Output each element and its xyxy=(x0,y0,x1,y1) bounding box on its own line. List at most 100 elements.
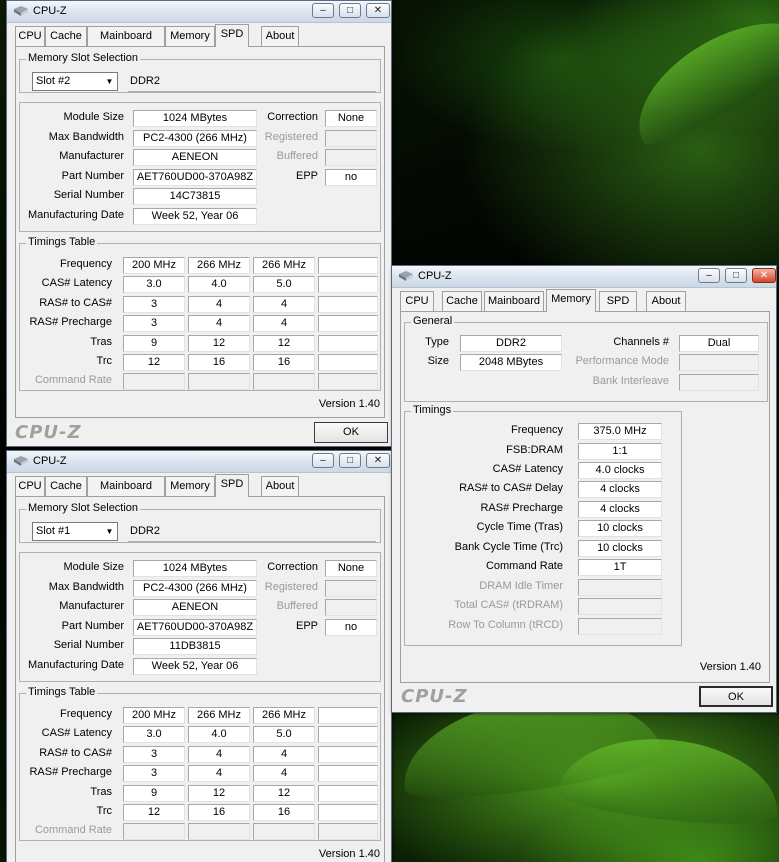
tab-spd[interactable]: SPD xyxy=(215,474,249,497)
ok-button[interactable]: OK xyxy=(699,686,773,707)
manufacturing-date-value: Week 52, Year 06 xyxy=(133,208,257,225)
slot-select[interactable]: Slot #2 ▼ xyxy=(32,72,118,91)
part-number-label: Part Number xyxy=(61,620,124,632)
timing-cell xyxy=(318,726,378,743)
tab-mainboard[interactable]: Mainboard xyxy=(484,291,544,311)
group-title: Timings xyxy=(411,404,454,416)
module-info-group: Module Size 1024 MBytes Max Bandwidth PC… xyxy=(19,102,381,232)
minimize-button[interactable]: – xyxy=(698,268,720,283)
tab-cache[interactable]: Cache xyxy=(45,26,87,46)
timing-cell xyxy=(318,276,378,293)
tab-cpu[interactable]: CPU xyxy=(15,26,45,46)
tab-memory[interactable]: Memory xyxy=(165,26,215,46)
tab-memory[interactable]: Memory xyxy=(165,476,215,496)
title-bar[interactable]: CPU-Z – □ ✕ xyxy=(7,1,391,23)
timing-cell: 4 xyxy=(188,296,250,313)
maximize-button[interactable]: □ xyxy=(339,3,361,18)
timing-cell: 3 xyxy=(123,315,185,332)
timing-cell: 200 MHz xyxy=(123,707,185,724)
tab-memory[interactable]: Memory xyxy=(546,289,596,312)
timing-cell: 5.0 xyxy=(253,726,315,743)
slot-select[interactable]: Slot #1 ▼ xyxy=(32,522,118,541)
tab-about[interactable]: About xyxy=(646,291,686,311)
timing-cell: 4.0 xyxy=(188,726,250,743)
row-to-column-label: Row To Column (tRCD) xyxy=(448,619,563,631)
cycle-time-label: Cycle Time (Tras) xyxy=(476,521,563,533)
memory-slot-selection-group: Memory Slot Selection Slot #1 ▼ DDR2 xyxy=(19,502,381,543)
version-label: Version 1.40 xyxy=(318,848,380,860)
group-title: Timings Table xyxy=(26,236,98,248)
performance-mode-label: Performance Mode xyxy=(575,355,669,367)
chevron-down-icon: ▼ xyxy=(105,527,114,536)
memory-slot-selection-group: Memory Slot Selection Slot #2 ▼ DDR2 xyxy=(19,52,381,93)
minimize-button[interactable]: – xyxy=(312,3,334,18)
close-button[interactable]: ✕ xyxy=(366,3,390,18)
ras-precharge-label: RAS# Precharge xyxy=(480,502,563,514)
timing-cell xyxy=(188,373,250,390)
title-bar[interactable]: CPU-Z – □ ✕ xyxy=(392,266,776,288)
close-button[interactable]: ✕ xyxy=(752,268,776,283)
tab-cache[interactable]: Cache xyxy=(442,291,482,311)
tab-mainboard[interactable]: Mainboard xyxy=(87,476,165,496)
manufacturing-date-value: Week 52, Year 06 xyxy=(133,658,257,675)
ok-button[interactable]: OK xyxy=(314,422,388,443)
tab-cache[interactable]: Cache xyxy=(45,476,87,496)
module-size-value: 1024 MBytes xyxy=(133,110,257,127)
ras-to-cas-label: RAS# to CAS# xyxy=(39,297,112,309)
timing-cell: 266 MHz xyxy=(253,257,315,274)
epp-value: no xyxy=(325,169,377,186)
divider xyxy=(128,91,376,92)
bank-cycle-time-label: Bank Cycle Time (Trc) xyxy=(454,541,563,553)
tras-label: Tras xyxy=(90,786,112,798)
registered-label: Registered xyxy=(264,131,318,143)
group-title: Timings Table xyxy=(26,686,98,698)
tab-cpu[interactable]: CPU xyxy=(15,476,45,496)
part-number-value: AET760UD00-370A98Z xyxy=(133,169,257,186)
timing-cell: 4 xyxy=(188,765,250,782)
part-number-value: AET760UD00-370A98Z xyxy=(133,619,257,636)
cpuz-spd-window-2: CPU-Z – □ ✕ CPU Cache Mainboard Memory S… xyxy=(6,450,392,862)
tab-spd[interactable]: SPD xyxy=(599,291,637,311)
timing-cell: 12 xyxy=(188,335,250,352)
tab-spd[interactable]: SPD xyxy=(215,24,249,47)
cpuz-spd-window-1: CPU-Z – □ ✕ CPU Cache Mainboard Memory S… xyxy=(6,0,392,447)
close-button[interactable]: ✕ xyxy=(366,453,390,468)
timing-cell xyxy=(123,373,185,390)
timing-cell: 12 xyxy=(123,804,185,821)
max-bandwidth-value: PC2-4300 (266 MHz) xyxy=(133,130,257,147)
frequency-label: Frequency xyxy=(60,258,112,270)
maximize-button[interactable]: □ xyxy=(725,268,747,283)
window-title: CPU-Z xyxy=(33,5,67,17)
tab-about[interactable]: About xyxy=(261,476,299,496)
total-cas-value xyxy=(578,598,662,615)
bank-interleave-label: Bank Interleave xyxy=(592,375,669,387)
manufacturer-label: Manufacturer xyxy=(59,150,124,162)
bank-interleave-value xyxy=(679,374,759,391)
fsb-dram-label: FSB:DRAM xyxy=(506,444,563,456)
timing-cell: 200 MHz xyxy=(123,257,185,274)
epp-label: EPP xyxy=(295,620,318,632)
timings-group: Timings Frequency 375.0 MHz FSB:DRAM 1:1… xyxy=(404,404,682,646)
registered-label: Registered xyxy=(264,581,318,593)
timing-cell: 4.0 xyxy=(188,276,250,293)
timing-cell: 4 xyxy=(188,746,250,763)
max-bandwidth-value: PC2-4300 (266 MHz) xyxy=(133,580,257,597)
trc-label: Trc xyxy=(96,805,112,817)
window-title: CPU-Z xyxy=(33,455,67,467)
manufacturer-value: AENEON xyxy=(133,149,257,166)
epp-label: EPP xyxy=(295,170,318,182)
frequency-label: Frequency xyxy=(511,424,563,436)
timing-cell: 16 xyxy=(188,354,250,371)
tab-about[interactable]: About xyxy=(261,26,299,46)
memory-panel: General Type DDR2 Size 2048 MBytes Chann… xyxy=(400,311,770,683)
minimize-button[interactable]: – xyxy=(312,453,334,468)
timing-cell: 4 xyxy=(253,296,315,313)
timing-cell: 12 xyxy=(188,785,250,802)
cpuz-app-icon xyxy=(14,456,28,466)
tab-mainboard[interactable]: Mainboard xyxy=(87,26,165,46)
maximize-button[interactable]: □ xyxy=(339,453,361,468)
title-bar[interactable]: CPU-Z – □ ✕ xyxy=(7,451,391,473)
manufacturing-date-label: Manufacturing Date xyxy=(28,659,124,671)
module-size-label: Module Size xyxy=(63,111,124,123)
tab-cpu[interactable]: CPU xyxy=(400,291,434,311)
